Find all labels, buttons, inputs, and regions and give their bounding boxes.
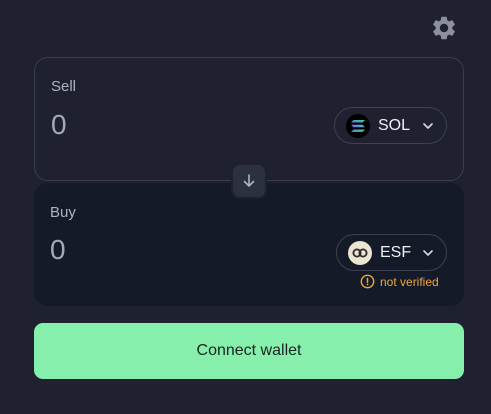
chevron-down-icon [423, 122, 433, 129]
arrow-down-icon [243, 174, 255, 187]
sell-amount-input[interactable] [51, 109, 251, 141]
swap-direction-button[interactable] [231, 163, 267, 199]
buy-token-symbol: ESF [380, 243, 412, 261]
esf-logo-icon [348, 240, 372, 265]
settings-gear-icon[interactable] [430, 14, 458, 42]
connect-wallet-button[interactable]: Connect wallet [34, 323, 464, 379]
buy-amount-input[interactable] [50, 234, 250, 266]
buy-panel: Buy ESF not verified [34, 183, 464, 306]
buy-label: Buy [50, 204, 76, 221]
warning-circle-icon [360, 274, 375, 289]
sol-logo-icon [346, 113, 370, 138]
sell-token-symbol: SOL [378, 116, 411, 134]
sell-token-selector[interactable]: SOL [334, 107, 447, 144]
warning-text: not verified [380, 274, 439, 289]
not-verified-warning: not verified [360, 274, 439, 289]
chevron-down-icon [423, 249, 433, 256]
buy-token-selector[interactable]: ESF [336, 234, 447, 271]
sell-label: Sell [51, 78, 77, 95]
